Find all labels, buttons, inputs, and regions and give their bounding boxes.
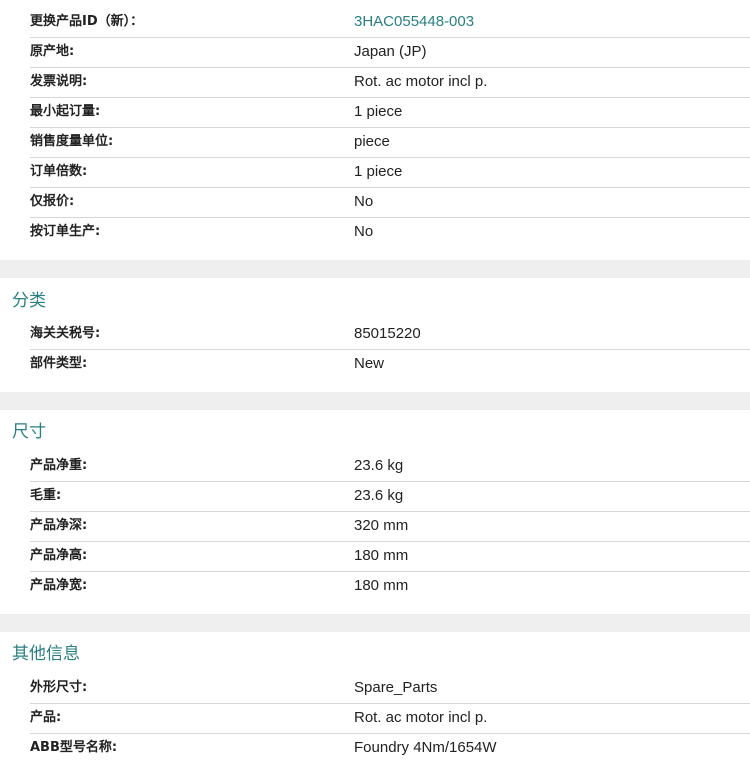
attribute-row: 产品: Rot. ac motor incl p. <box>30 704 750 734</box>
classification-card: 分类 海关关税号: 85015220 部件类型: New <box>0 278 750 392</box>
attribute-label: 产品净高: <box>30 548 88 563</box>
attribute-row: 订单倍数: 1 piece <box>30 158 750 188</box>
attribute-label: 仅报价: <box>30 194 75 209</box>
attribute-row: 产品净宽: 180 mm <box>30 572 750 602</box>
attribute-row: 产品净重: 23.6 kg <box>30 452 750 482</box>
attribute-row: 部件类型: New <box>30 350 750 380</box>
attribute-label: 订单倍数: <box>30 164 88 179</box>
attribute-label: 产品净宽: <box>30 578 88 593</box>
attribute-value: 1 piece <box>354 163 403 180</box>
attribute-value: 180 mm <box>354 577 409 594</box>
attribute-row: 仅报价: No <box>30 188 750 218</box>
attribute-value: New <box>354 355 385 372</box>
attribute-row: 最小起订量: 1 piece <box>30 98 750 128</box>
attribute-row: 销售度量单位: piece <box>30 128 750 158</box>
attribute-value: No <box>354 223 374 240</box>
attribute-label: 按订单生产: <box>30 224 101 239</box>
attribute-value: 320 mm <box>354 517 409 534</box>
attribute-row: 发票说明: Rot. ac motor incl p. <box>30 68 750 98</box>
attribute-label: 销售度量单位: <box>30 134 114 149</box>
attribute-row: ABB型号名称: Foundry 4Nm/1654W <box>30 734 750 764</box>
attribute-value: Rot. ac motor incl p. <box>354 709 488 726</box>
attribute-label: 产品净重: <box>30 458 88 473</box>
attribute-row: 按订单生产: No <box>30 218 750 248</box>
section-title-dimensions: 尺寸 <box>12 422 46 442</box>
attribute-value: 180 mm <box>354 547 409 564</box>
attribute-row: 产品净深: 320 mm <box>30 512 750 542</box>
attribute-row: 原产地: Japan (JP) <box>30 38 750 68</box>
attribute-row: 产品净高: 180 mm <box>30 542 750 572</box>
attribute-label: 发票说明: <box>30 74 88 89</box>
attribute-value: 23.6 kg <box>354 487 404 504</box>
attribute-label: 产品净深: <box>30 518 88 533</box>
attribute-label: 外形尺寸: <box>30 680 88 695</box>
attribute-value: 1 piece <box>354 103 403 120</box>
attribute-row: 海关关税号: 85015220 <box>30 320 750 350</box>
attribute-label: 产品: <box>30 710 62 725</box>
attribute-label: 部件类型: <box>30 356 88 371</box>
attribute-label: 毛重: <box>30 488 62 503</box>
attribute-row: 更换产品ID（新）： 3HAC055448-003 <box>30 8 750 38</box>
attribute-label: ABB型号名称: <box>30 740 118 755</box>
attribute-value: 85015220 <box>354 325 421 342</box>
replacement-product-id-link[interactable]: 3HAC055448-003 <box>354 8 474 36</box>
other-info-card: 其他信息 外形尺寸: Spare_Parts 产品: Rot. ac motor… <box>0 632 750 771</box>
attribute-value: Japan (JP) <box>354 43 427 60</box>
attribute-value: Rot. ac motor incl p. <box>354 73 488 90</box>
attribute-label: 原产地: <box>30 44 75 59</box>
attribute-label: 最小起订量: <box>30 104 101 119</box>
main-attributes-card: 更换产品ID（新）： 3HAC055448-003 原产地: Japan (JP… <box>0 0 750 260</box>
dimensions-card: 尺寸 产品净重: 23.6 kg 毛重: 23.6 kg 产品净深: 320 m… <box>0 410 750 614</box>
attribute-value: No <box>354 193 374 210</box>
attribute-value: piece <box>354 133 390 150</box>
section-title-other-info: 其他信息 <box>12 644 80 664</box>
product-details-page: 更换产品ID（新）： 3HAC055448-003 原产地: Japan (JP… <box>0 0 750 771</box>
attribute-label: 海关关税号: <box>30 326 101 341</box>
attribute-value: 23.6 kg <box>354 457 404 474</box>
attribute-value: Foundry 4Nm/1654W <box>354 739 497 756</box>
attribute-row: 毛重: 23.6 kg <box>30 482 750 512</box>
attribute-value: Spare_Parts <box>354 679 438 696</box>
section-title-classification: 分类 <box>12 291 46 311</box>
attribute-row: 外形尺寸: Spare_Parts <box>30 674 750 704</box>
attribute-label: 更换产品ID（新）： <box>30 14 144 29</box>
